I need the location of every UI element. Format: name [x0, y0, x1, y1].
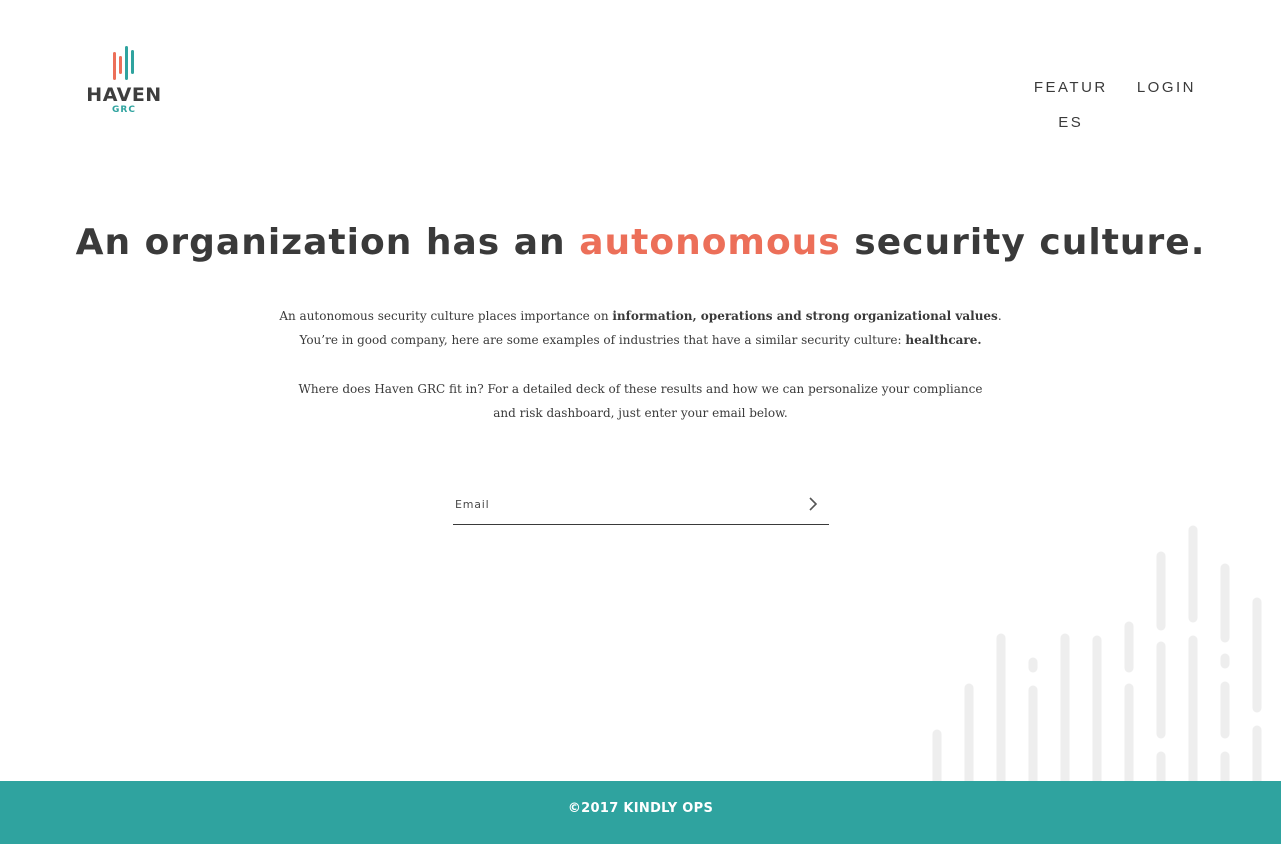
- email-signup-form: [453, 484, 829, 525]
- headline-accent: autonomous: [579, 222, 841, 263]
- headline-prefix: An organization has an: [76, 222, 580, 263]
- email-submit-button[interactable]: [801, 490, 825, 518]
- email-input[interactable]: [453, 484, 793, 524]
- page-headline: An organization has an autonomous securi…: [0, 222, 1281, 263]
- cta-line2: and risk dashboard, just enter your emai…: [493, 406, 788, 420]
- haven-grc-logo[interactable]: HAVEN GRC: [84, 44, 166, 116]
- intro-paragraph: An autonomous security culture places im…: [0, 304, 1281, 352]
- nav-link-login[interactable]: LOGIN: [1137, 70, 1196, 105]
- intro-line2-bold: healthcare.: [905, 333, 981, 347]
- intro-line1-bold: information, operations and strong organ…: [612, 309, 997, 323]
- intro-line1-prefix: An autonomous security culture places im…: [279, 309, 612, 323]
- cta-line1: Where does Haven GRC fit in? For a detai…: [299, 382, 983, 396]
- logo-wordmark: HAVEN: [84, 84, 164, 106]
- chevron-right-icon: [808, 497, 818, 511]
- intro-line2-prefix: You’re in good company, here are some ex…: [299, 333, 905, 347]
- decorative-bars-graphic: [925, 520, 1281, 782]
- footer-copyright: ©2017 KINDLY OPS: [568, 801, 713, 816]
- cta-paragraph: Where does Haven GRC fit in? For a detai…: [0, 377, 1281, 425]
- nav-link-features[interactable]: FEATURES: [1032, 70, 1110, 140]
- page-footer: ©2017 KINDLY OPS: [0, 781, 1281, 844]
- top-navigation: FEATURES LOGIN: [1032, 70, 1196, 140]
- headline-suffix: security culture.: [841, 222, 1206, 263]
- logo-subtitle: GRC: [84, 105, 164, 115]
- intro-line1-suffix: .: [998, 309, 1002, 323]
- logo-bars-icon: [84, 44, 166, 84]
